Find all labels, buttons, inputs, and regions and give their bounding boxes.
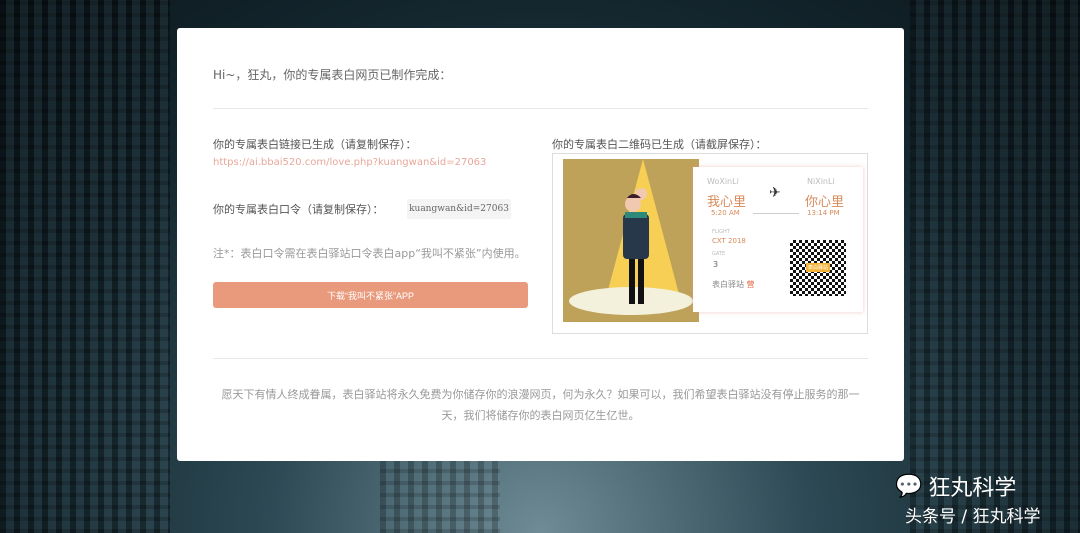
flight-label: FLIGHT: [712, 229, 730, 235]
qr-badge: 表白驿站: [806, 263, 831, 272]
gate-label: GATE: [712, 251, 726, 257]
gate-value: 3: [713, 260, 719, 269]
depart-time: 5:20 AM: [711, 209, 740, 217]
qr-ticket-image: WoXinLi NiXinLi ✈ 我心里 你心里 5:20 AM 13:14 …: [552, 153, 868, 334]
watermark-sub: 头条号 / 狂丸科学: [905, 507, 1041, 527]
qr-label: 你的专属表白二维码已生成（请截屏保存）：: [552, 138, 767, 151]
divider: [213, 108, 868, 109]
love-page-link[interactable]: https://ai.bbai520.com/love.php?kuangwan…: [213, 157, 486, 168]
watermark: 💬 狂丸科学 头条号 / 狂丸科学: [895, 470, 1041, 528]
brand-name: 表白驿站: [712, 280, 744, 289]
watermark-name: 狂丸科学: [928, 476, 1017, 501]
code-label: 你的专属表白口令（请复制保存）：: [213, 203, 384, 216]
background-building-right: [910, 0, 1080, 533]
flight-value: CXT 2018: [712, 237, 746, 245]
background-building-bottom: [380, 461, 500, 533]
download-app-button[interactable]: 下载“我叫不紧张”APP: [213, 282, 528, 308]
arrive-time: 13:14 PM: [807, 209, 840, 217]
greeting: Hi~，狂丸，你的专属表白网页已制作完成：: [213, 68, 452, 82]
brand: 表白驿站 营: [712, 279, 755, 290]
background-building-left: [0, 0, 170, 533]
couple-illustration: [623, 188, 649, 304]
wechat-icon: 💬: [895, 473, 923, 499]
qr-code: 表白驿站: [790, 240, 846, 296]
note-text: 注*：表白口令需在表白驿站口令表白app“我叫不紧张”内使用。: [213, 247, 526, 260]
code-value[interactable]: kuangwan&id=27063: [407, 199, 511, 219]
to-en: NiXinLi: [807, 177, 835, 186]
plane-icon: ✈: [769, 185, 781, 201]
from-city: 我心里: [707, 195, 747, 210]
illustration: [563, 159, 699, 322]
link-label: 你的专属表白链接已生成（请复制保存）：: [213, 138, 417, 151]
to-city: 你心里: [805, 195, 845, 210]
from-en: WoXinLi: [707, 177, 739, 186]
brand-mark: 营: [746, 280, 755, 289]
boarding-pass: WoXinLi NiXinLi ✈ 我心里 你心里 5:20 AM 13:14 …: [693, 167, 863, 312]
result-card: Hi~，狂丸，你的专属表白网页已制作完成： 你的专属表白链接已生成（请复制保存）…: [177, 28, 904, 461]
footer-text: 愿天下有情人终成眷属，表白驿站将永久免费为你储存你的浪漫网页，何为永久？如果可以…: [221, 388, 860, 422]
divider: [213, 358, 868, 359]
